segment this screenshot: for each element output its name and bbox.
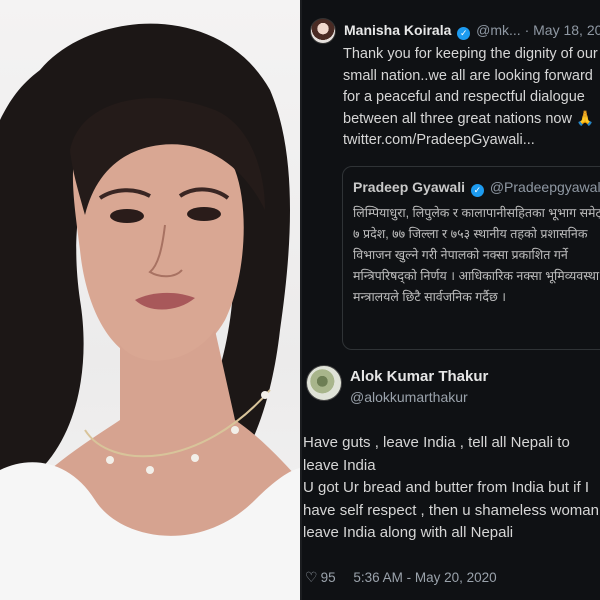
tweet1-text: Thank you for keeping the dignity of our… <box>343 46 598 148</box>
verified-badge-icon: ✓ <box>470 184 484 197</box>
tweet2-footer: ♡ 95 5:36 AM - May 20, 2020 <box>305 569 497 586</box>
quoted-tweet-text: लिम्पियाधुरा, लिपुलेक र कालापानीसहितका भ… <box>353 206 600 304</box>
quoted-tweet[interactable]: Pradeep Gyawali ✓ @PradeepgyawaliK लिम्प… <box>342 166 600 350</box>
quoted-author-handle[interactable]: @PradeepgyawaliK <box>490 179 600 195</box>
tweet2-timestamp[interactable]: 5:36 AM - May 20, 2020 <box>353 570 496 585</box>
tweet2-text-line2: U got Ur bread and butter from India but… <box>303 479 599 541</box>
heart-icon[interactable]: ♡ <box>305 569 318 585</box>
tweet2-text: Have guts , leave India , tell all Nepal… <box>303 432 600 545</box>
verified-badge-icon: ✓ <box>457 27 471 40</box>
tweet1-author-name[interactable]: Manisha Koirala <box>344 22 451 38</box>
avatar-manisha[interactable] <box>310 18 336 44</box>
avatar-alok[interactable] <box>306 365 342 401</box>
tweet1-date[interactable]: · May 18, 2020 <box>525 22 600 38</box>
like-count[interactable]: 95 <box>321 570 336 585</box>
tweet2-author-name[interactable]: Alok Kumar Thakur <box>350 368 488 385</box>
quoted-author-name[interactable]: Pradeep Gyawali <box>353 179 465 195</box>
tweet1-handle[interactable]: @mk... <box>476 22 521 38</box>
panel-divider <box>300 0 302 600</box>
portrait-illustration <box>0 23 300 600</box>
tweet2-text-line1: Have guts , leave India , tell all Nepal… <box>303 434 570 474</box>
tweet2-handle[interactable]: @alokkumarthakur <box>350 389 468 405</box>
portrait-photo <box>0 0 300 600</box>
quoted-tweet-header: Pradeep Gyawali ✓ @PradeepgyawaliK <box>353 179 600 197</box>
tweet1-header: Manisha Koirala ✓ @mk... · May 18, 2020 <box>344 22 600 40</box>
